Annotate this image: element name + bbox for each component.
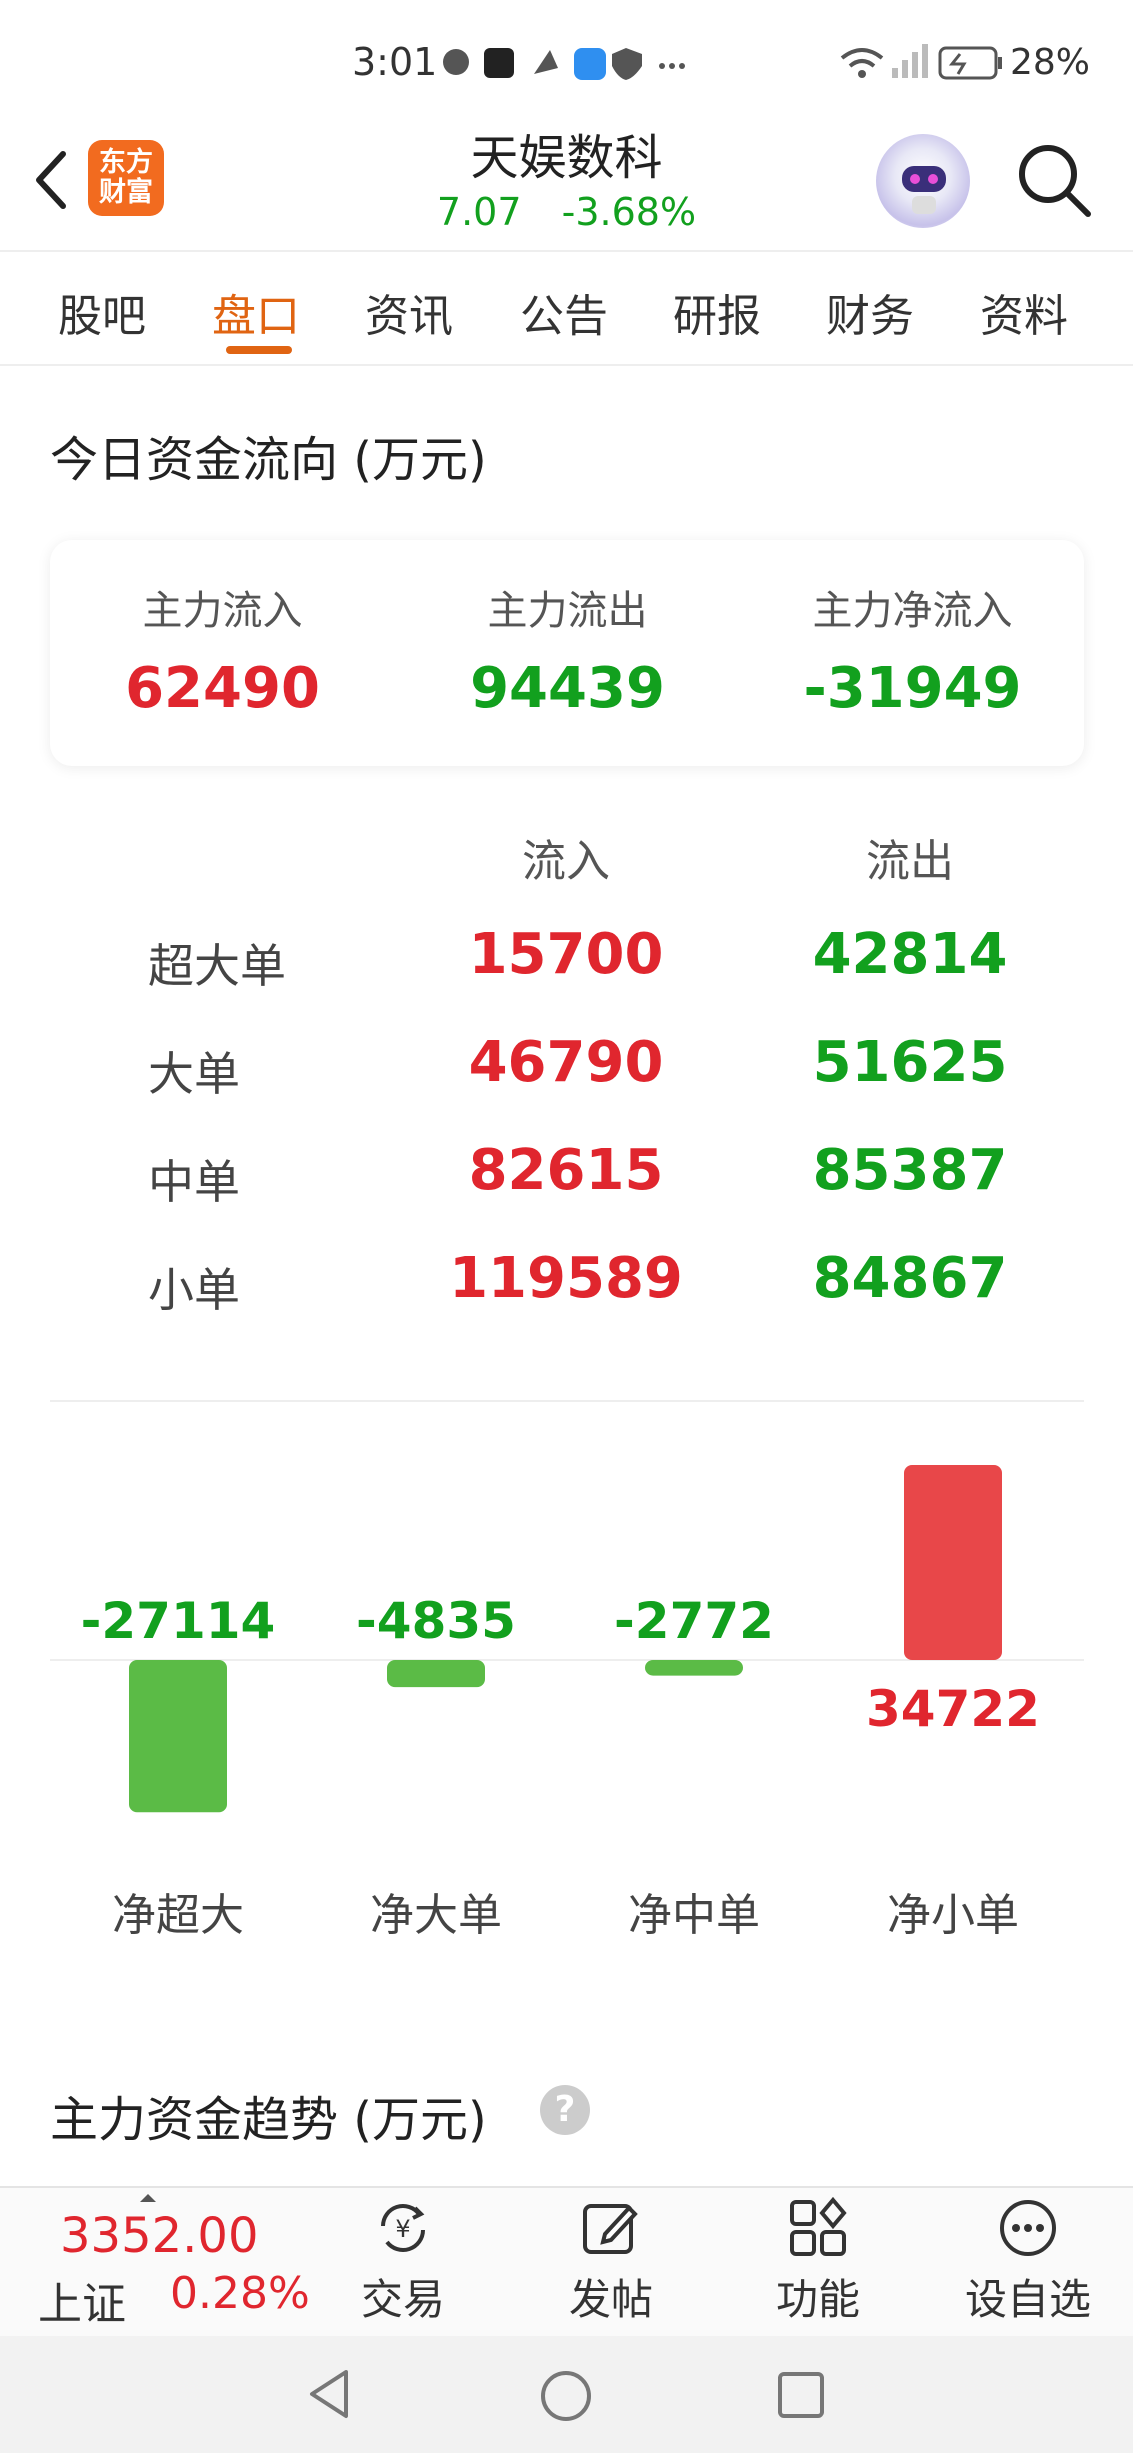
edit-post-icon xyxy=(583,2204,638,2254)
bar-value-label: -27114 xyxy=(81,1592,276,1650)
active-tab-indicator xyxy=(226,346,292,354)
inflow-column-header: 流入 xyxy=(522,836,610,887)
stock-change-pct: -3.68% xyxy=(561,190,697,234)
tab-announcements[interactable]: 公告 xyxy=(520,280,608,344)
battery-percent: 28% xyxy=(1010,42,1091,83)
bar-value-label: -4835 xyxy=(356,1592,516,1650)
index-value[interactable]: 3352.00 xyxy=(60,2208,259,2264)
tab-finance[interactable]: 财务 xyxy=(826,280,914,344)
bar-净小单 xyxy=(904,1465,1002,1660)
status-time: 3:01 xyxy=(352,40,438,84)
functions-button[interactable]: 功能 xyxy=(743,2196,893,2327)
more-circle-icon xyxy=(1000,2200,1056,2256)
category-label: 净超大 xyxy=(112,1890,244,1941)
add-watchlist-button[interactable]: 设自选 xyxy=(953,2196,1103,2327)
row-label-medium: 中单 xyxy=(148,1155,240,1209)
notification-icons xyxy=(443,48,685,80)
ai-assistant-avatar[interactable] xyxy=(876,134,970,228)
category-label: 净小单 xyxy=(887,1890,1019,1941)
nav-home-icon[interactable] xyxy=(538,2368,594,2424)
svg-text:¥: ¥ xyxy=(395,2215,410,2243)
exchange-yen-icon: ¥ xyxy=(381,2204,425,2252)
summary-main-outflow: 主力流出 94439 xyxy=(470,588,665,721)
large-inflow: 46790 xyxy=(468,1030,664,1095)
header-divider xyxy=(0,250,1133,252)
tabs-divider xyxy=(0,364,1133,366)
medium-outflow: 85387 xyxy=(812,1138,1008,1203)
summary-main-net-inflow: 主力净流入 -31949 xyxy=(803,588,1022,721)
medium-inflow: 82615 xyxy=(468,1138,664,1203)
index-change-pct[interactable]: 0.28% xyxy=(170,2268,310,2319)
index-caret-icon xyxy=(140,2194,156,2202)
wifi-icon xyxy=(840,48,884,78)
grid-apps-icon xyxy=(790,2196,847,2256)
nav-recents-icon[interactable] xyxy=(776,2370,826,2420)
super-large-outflow: 42814 xyxy=(812,922,1008,987)
post-button[interactable]: 发帖 xyxy=(536,2196,686,2327)
row-label-large: 大单 xyxy=(148,1047,240,1101)
net-flow-bar-chart: -27114 净超大 -4835 净大单 -2772 净中单 34722 净小单 xyxy=(50,1465,1084,1941)
nav-back-icon[interactable] xyxy=(304,2366,354,2422)
tab-news[interactable]: 资讯 xyxy=(365,280,453,344)
index-name[interactable]: 上证 xyxy=(38,2268,126,2332)
search-icon[interactable] xyxy=(1014,140,1094,220)
category-label: 净中单 xyxy=(628,1890,760,1941)
status-bar: 3:01 28% xyxy=(0,0,1133,120)
main-fund-trend-title: 主力资金趋势 (万元) xyxy=(50,2092,487,2148)
row-label-small: 小单 xyxy=(148,1263,240,1317)
bar-value-label: 34722 xyxy=(866,1680,1040,1738)
category-label: 净大单 xyxy=(370,1890,502,1941)
bar-净大单 xyxy=(387,1660,485,1688)
small-inflow: 119589 xyxy=(449,1246,683,1311)
small-outflow: 84867 xyxy=(812,1246,1008,1311)
tab-guba[interactable]: 股吧 xyxy=(58,280,146,344)
tab-research[interactable]: 研报 xyxy=(673,280,761,344)
bar-净超大 xyxy=(129,1660,227,1813)
tab-pankou[interactable]: 盘口 xyxy=(212,280,300,344)
bar-净中单 xyxy=(645,1660,743,1676)
row-label-super-large: 超大单 xyxy=(148,939,286,993)
trade-button[interactable]: ¥ 交易 xyxy=(328,2196,478,2327)
outflow-column-header: 流出 xyxy=(866,836,954,887)
stock-price: 7.07 xyxy=(436,190,522,234)
super-large-inflow: 15700 xyxy=(468,922,664,987)
summary-main-inflow: 主力流入 62490 xyxy=(125,588,320,721)
main-flow-summary-card: 主力流入 62490 主力流出 94439 主力净流入 -31949 xyxy=(50,540,1084,766)
tab-profile[interactable]: 资料 xyxy=(980,280,1068,344)
large-outflow: 51625 xyxy=(812,1030,1008,1095)
bar-value-label: -2772 xyxy=(614,1592,774,1650)
signal-icon xyxy=(892,44,928,78)
battery-icon xyxy=(938,46,1002,80)
robot-icon xyxy=(902,166,946,214)
help-icon[interactable]: ? xyxy=(540,2085,590,2135)
fund-flow-title: 今日资金流向 (万元) xyxy=(50,432,487,488)
